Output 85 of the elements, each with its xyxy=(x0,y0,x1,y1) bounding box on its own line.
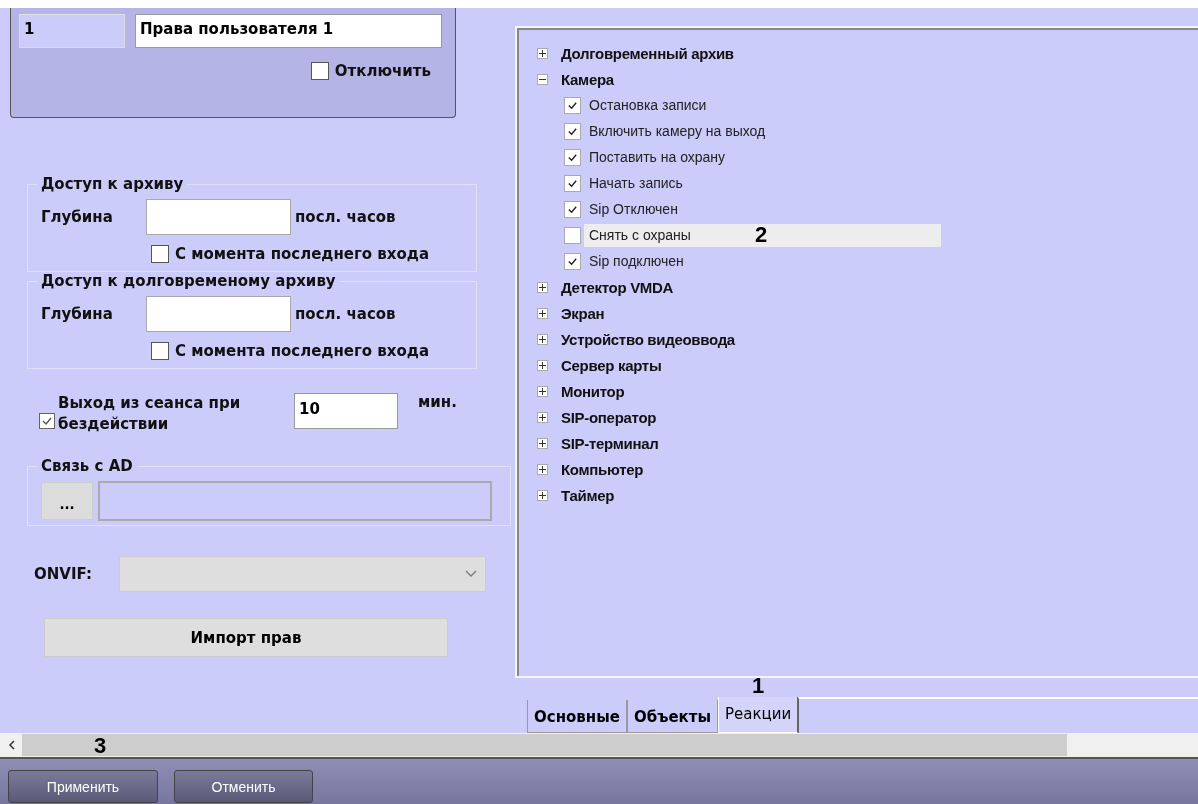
tree-item[interactable]: Остановка записи xyxy=(584,93,941,117)
expander-icon[interactable] xyxy=(537,359,548,371)
tree-item[interactable]: Снять с охраны 2 xyxy=(584,223,941,247)
tree-node[interactable]: Устройство видеоввода xyxy=(561,330,735,348)
checkbox[interactable] xyxy=(151,245,169,263)
tree-item[interactable]: Sip Отключен xyxy=(584,197,941,221)
tab[interactable]: Основные xyxy=(527,700,627,733)
minutes-label: мин. xyxy=(418,393,457,411)
apply-button[interactable]: Применить xyxy=(8,770,158,803)
expander-icon[interactable] xyxy=(537,281,548,293)
check-icon xyxy=(567,151,578,163)
tree-item-label: Sip подключен xyxy=(589,253,684,269)
tree-node[interactable]: Камера xyxy=(561,70,614,88)
check-icon xyxy=(567,125,578,137)
name-field[interactable]: Права пользователя 1 xyxy=(135,14,442,48)
unit-label: посл. часов xyxy=(295,208,396,226)
group-title: Доступ к архиву xyxy=(40,175,185,193)
tree-item[interactable]: Поставить на охрану xyxy=(584,145,941,169)
import-button[interactable]: Импорт прав xyxy=(44,618,448,657)
depth-label: Глубина xyxy=(41,208,114,226)
checkbox[interactable] xyxy=(39,413,55,429)
tree-node[interactable]: Компьютер xyxy=(561,460,644,478)
session-timeout-label: Выход из сеанса при бездействии xyxy=(58,393,242,435)
checkbox[interactable] xyxy=(564,200,581,218)
tree-node[interactable]: Сервер карты xyxy=(561,356,662,374)
tree-item-label: Поставить на охрану xyxy=(589,149,726,165)
browse-button[interactable]: ... xyxy=(41,482,93,520)
expander-icon[interactable] xyxy=(537,411,548,423)
depth-field[interactable] xyxy=(146,199,291,235)
expander-icon[interactable] xyxy=(537,437,548,449)
expander-icon[interactable] xyxy=(537,489,548,501)
callout-number: 2 xyxy=(754,222,768,248)
tree-node[interactable]: Таймер xyxy=(561,486,615,504)
tree-item[interactable]: Включить камеру на выход xyxy=(584,119,941,143)
check-icon xyxy=(567,255,578,267)
tree-node[interactable]: Монитор xyxy=(561,382,625,400)
checkbox[interactable] xyxy=(564,148,581,166)
tree-item[interactable]: Sip подключен xyxy=(584,249,941,273)
check-icon xyxy=(567,203,578,215)
tree-item-label: Sip Отключен xyxy=(589,201,678,217)
tree-item-label: Снять с охраны xyxy=(589,227,691,243)
checkbox[interactable] xyxy=(151,342,169,360)
check-icon xyxy=(41,415,53,427)
tree-item-label: Включить камеру на выход xyxy=(589,123,766,139)
since-last-login-label: С момента последнего входа xyxy=(175,342,430,360)
tree-node[interactable]: SIP-терминал xyxy=(561,434,659,452)
expander-icon[interactable] xyxy=(537,307,548,319)
unit-label: посл. часов xyxy=(295,305,396,323)
checkbox[interactable] xyxy=(564,226,581,244)
checkbox[interactable] xyxy=(564,174,581,192)
expander-icon[interactable] xyxy=(537,385,548,397)
group-title: Доступ к долговременому архиву xyxy=(40,272,337,290)
check-icon xyxy=(567,177,578,189)
depth-field[interactable] xyxy=(146,296,291,332)
depth-label: Глубина xyxy=(41,305,114,323)
onvif-label: ONVIF: xyxy=(34,565,92,583)
chevron-down-icon xyxy=(464,570,477,578)
expander-icon[interactable] xyxy=(537,73,548,85)
tree-node[interactable]: Долговременный архив xyxy=(561,44,734,62)
scrollbar[interactable]: 3 xyxy=(0,733,1198,759)
callout-number: 1 xyxy=(752,675,765,697)
cancel-button[interactable]: Отменить xyxy=(174,770,313,803)
checkbox[interactable] xyxy=(310,62,329,80)
checkbox[interactable] xyxy=(564,252,581,270)
tree-item[interactable]: Начать запись xyxy=(584,171,941,195)
tree-node[interactable]: Экран xyxy=(561,304,605,322)
expander-icon[interactable] xyxy=(537,47,548,59)
tree-node[interactable]: Детектор VMDA xyxy=(561,278,674,296)
check-icon xyxy=(567,99,578,111)
disable-label: Отключить xyxy=(334,62,431,80)
tab[interactable]: Объекты xyxy=(626,700,718,733)
checkbox[interactable] xyxy=(564,96,581,114)
tab[interactable]: Реакции xyxy=(718,697,799,733)
timeout-field[interactable]: 10 xyxy=(294,393,398,429)
expander-icon[interactable] xyxy=(537,333,548,345)
checkbox[interactable] xyxy=(564,122,581,140)
group-title: Связь с AD xyxy=(40,457,134,475)
since-last-login-label: С момента последнего входа xyxy=(175,245,430,263)
callout-number: 3 xyxy=(94,734,107,758)
tree-item-label: Начать запись xyxy=(589,175,683,191)
id-field[interactable]: 1 xyxy=(19,14,125,48)
tree-item-label: Остановка записи xyxy=(589,97,707,113)
ad-field[interactable] xyxy=(98,481,492,521)
tree-node[interactable]: SIP-оператор xyxy=(561,408,657,426)
expander-icon[interactable] xyxy=(537,463,548,475)
